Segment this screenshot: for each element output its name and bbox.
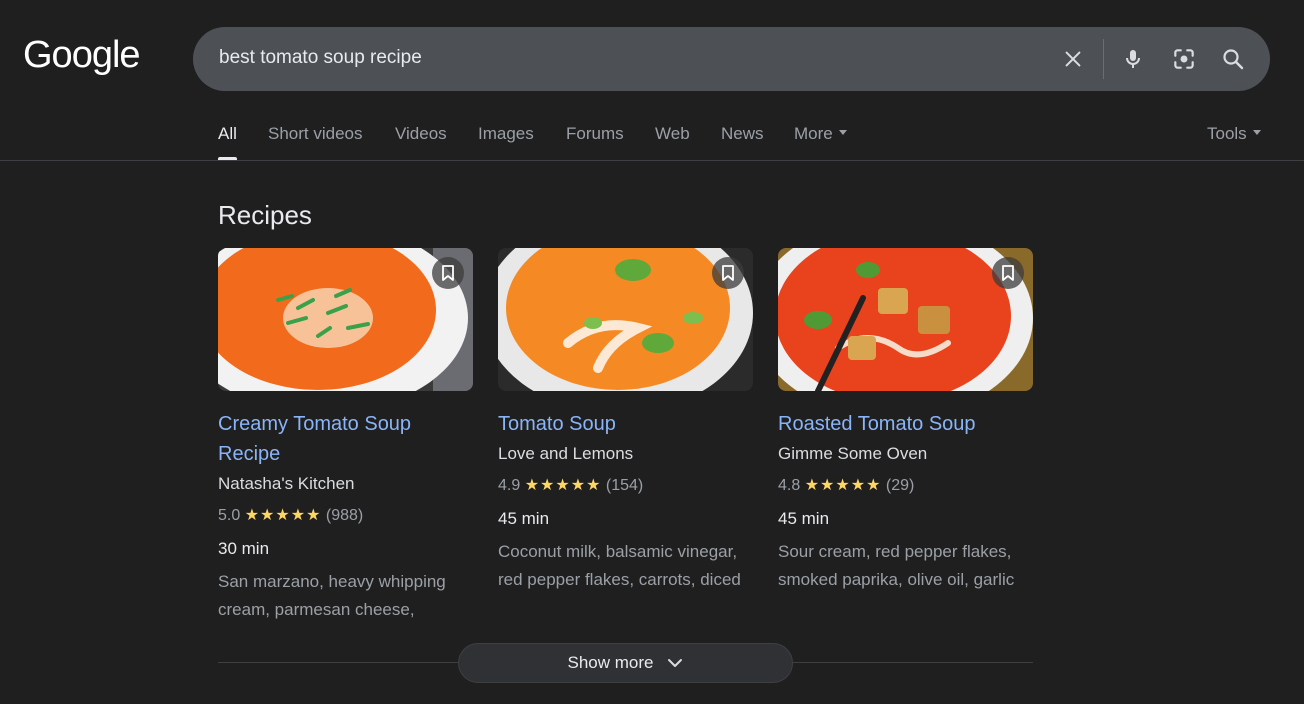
recipe-source: Gimme Some Oven: [778, 444, 928, 463]
tab-more-label: More: [794, 124, 833, 143]
recipe-card[interactable]: Tomato Soup Love and Lemons 4.9 ★★★★★ (1…: [498, 248, 754, 594]
bookmark-icon: [1002, 265, 1014, 281]
rating-value: 5.0: [218, 507, 241, 524]
recipe-time: 30 min: [218, 539, 270, 558]
recipe-rating: 5.0 ★★★★★ (988): [218, 505, 474, 527]
microphone-icon[interactable]: [1117, 43, 1149, 75]
recipe-title-line[interactable]: Creamy Tomato Soup: [218, 409, 474, 439]
tab-more[interactable]: More: [794, 124, 847, 160]
save-recipe-button[interactable]: [992, 257, 1024, 289]
chevron-down-icon: [1252, 130, 1261, 136]
tab-forums[interactable]: Forums: [566, 124, 624, 160]
ingredients-line: San marzano, heavy whipping: [218, 572, 446, 591]
recipe-title-line[interactable]: Recipe: [218, 439, 474, 469]
search-divider: [1103, 39, 1104, 79]
recipe-image[interactable]: [498, 248, 753, 391]
ingredients-line: red pepper flakes, carrots, diced: [498, 570, 741, 589]
recipe-title[interactable]: Roasted Tomato Soup: [778, 409, 1034, 439]
recipes-heading: Recipes: [218, 200, 312, 230]
recipe-ingredients: San marzano, heavy whipping cream, parme…: [218, 568, 474, 624]
bookmark-icon: [722, 265, 734, 281]
recipe-source: Natasha's Kitchen: [218, 474, 355, 493]
tools-label: Tools: [1207, 124, 1247, 143]
camera-lens-icon[interactable]: [1168, 43, 1200, 75]
recipe-image[interactable]: [218, 248, 473, 391]
search-tabs: All Short videos Videos Images Forums We…: [0, 124, 1304, 160]
star-rating-icon: ★★★★★: [244, 507, 322, 524]
ingredients-line: Sour cream, red pepper flakes,: [778, 542, 1012, 561]
recipe-title[interactable]: Creamy Tomato Soup Recipe: [218, 409, 474, 469]
save-recipe-button[interactable]: [712, 257, 744, 289]
recipe-source: Love and Lemons: [498, 444, 634, 463]
ingredients-line: smoked paprika, olive oil, garlic: [778, 570, 1015, 589]
recipe-ingredients: Sour cream, red pepper flakes, smoked pa…: [778, 538, 1034, 594]
ingredients-line: Coconut milk, balsamic vinegar,: [498, 542, 738, 561]
google-logo[interactable]: Google: [23, 34, 141, 77]
clear-icon[interactable]: [1057, 43, 1089, 75]
chevron-down-icon: [838, 130, 847, 136]
review-count: (29): [885, 477, 915, 494]
search-input[interactable]: [219, 47, 999, 69]
tab-all[interactable]: All: [218, 124, 237, 160]
recipe-card[interactable]: Creamy Tomato Soup Recipe Natasha's Kitc…: [218, 248, 474, 624]
recipe-ingredients: Coconut milk, balsamic vinegar, red pepp…: [498, 538, 754, 594]
recipe-rating: 4.9 ★★★★★ (154): [498, 475, 754, 497]
recipe-rating: 4.8 ★★★★★ (29): [778, 475, 1034, 497]
recipe-time: 45 min: [778, 509, 830, 528]
star-rating-icon: ★★★★★: [804, 477, 882, 494]
save-recipe-button[interactable]: [432, 257, 464, 289]
chevron-down-icon: [668, 659, 683, 667]
tab-short-videos[interactable]: Short videos: [268, 124, 363, 160]
review-count: (154): [605, 477, 644, 494]
tab-images[interactable]: Images: [478, 124, 534, 160]
tools-button[interactable]: Tools: [1207, 124, 1261, 160]
ingredients-line: cream, parmesan cheese,: [218, 600, 415, 619]
recipe-image[interactable]: [778, 248, 1033, 391]
rating-value: 4.9: [498, 477, 521, 494]
tabs-divider: [0, 160, 1304, 161]
star-rating-icon: ★★★★★: [524, 477, 602, 494]
tab-news[interactable]: News: [721, 124, 764, 160]
recipe-card[interactable]: Roasted Tomato Soup Gimme Some Oven 4.8 …: [778, 248, 1034, 594]
recipe-time: 45 min: [498, 509, 550, 528]
tab-web[interactable]: Web: [655, 124, 690, 160]
search-bar[interactable]: [193, 27, 1270, 91]
review-count: (988): [325, 507, 364, 524]
show-more-button[interactable]: Show more: [458, 643, 793, 683]
bookmark-icon: [442, 265, 454, 281]
recipe-title[interactable]: Tomato Soup: [498, 409, 754, 439]
tab-videos[interactable]: Videos: [395, 124, 447, 160]
rating-value: 4.8: [778, 477, 801, 494]
show-more-label: Show more: [567, 653, 654, 672]
search-icon[interactable]: [1217, 43, 1249, 75]
